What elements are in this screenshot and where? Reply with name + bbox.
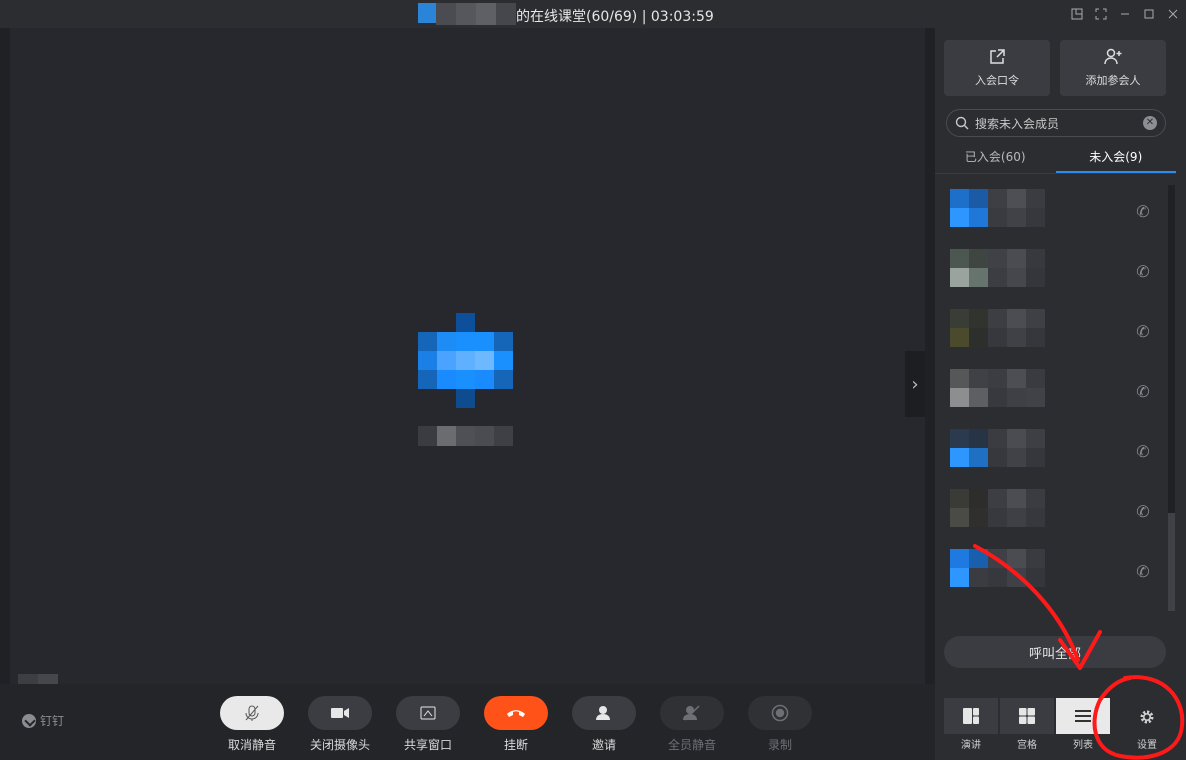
member-name-blurred (988, 189, 1045, 227)
view-mode-switcher (944, 698, 1110, 734)
speaker-name-blurred (418, 426, 514, 446)
list-item[interactable]: ✆ (935, 363, 1176, 423)
mute-all-icon (683, 705, 700, 721)
join-code-label: 入会口令 (975, 74, 1019, 87)
bottom-toolbar: 钉钉 取消静音 关闭摄像头 共享窗口 挂断 邀请 全员静音 录制 (0, 684, 935, 760)
add-participant-label: 添加参会人 (1085, 74, 1141, 87)
phone-icon[interactable]: ✆ (1133, 381, 1153, 401)
phone-icon[interactable]: ✆ (1133, 441, 1153, 461)
list-item[interactable]: ✆ (935, 423, 1176, 483)
window-controls (1066, 0, 1186, 28)
phone-icon[interactable]: ✆ (1133, 561, 1153, 581)
dingtalk-icon (22, 713, 36, 728)
share-screen-icon (420, 706, 436, 720)
unmute-label: 取消静音 (227, 738, 276, 752)
view-grid-button[interactable] (1000, 698, 1054, 734)
search-icon (955, 116, 969, 130)
chevron-right-icon: › (911, 373, 919, 395)
share-window-button[interactable]: 共享窗口 (396, 696, 460, 753)
view-speaker-label: 演讲 (961, 740, 981, 751)
close-icon[interactable] (1162, 0, 1184, 28)
phone-icon[interactable]: ✆ (1133, 501, 1153, 521)
view-grid-label: 宫格 (1017, 740, 1037, 751)
minimize-icon[interactable] (1114, 0, 1136, 28)
external-link-icon (990, 49, 1005, 64)
add-user-icon (1104, 48, 1122, 65)
member-name-blurred (988, 249, 1045, 287)
member-name-blurred (988, 429, 1045, 467)
member-list: ✆ ✆ ✆ ✆ ✆ ✆ ✆ (935, 183, 1176, 615)
list-item[interactable]: ✆ (935, 183, 1176, 243)
popout-icon[interactable] (1066, 0, 1088, 28)
share-window-label: 共享窗口 (403, 738, 452, 752)
add-participant-button[interactable]: 添加参会人 (1060, 40, 1166, 96)
add-person-icon (596, 706, 612, 720)
member-name-blurred (988, 489, 1045, 527)
video-stage: › (0, 28, 935, 710)
join-code-button[interactable]: 入会口令 (944, 40, 1050, 96)
tab-not-joined[interactable]: 未入会(9) (1055, 142, 1176, 173)
hangup-icon (507, 710, 525, 717)
list-layout-icon (1075, 710, 1091, 722)
hangup-button[interactable]: 挂断 (484, 696, 548, 753)
member-name-blurred (988, 549, 1045, 587)
dingtalk-logo: 钉钉 (22, 712, 64, 729)
record-icon (771, 704, 789, 722)
member-search[interactable]: 搜索未入会成员 ✕ (946, 109, 1166, 137)
meeting-title: 的在线课堂(60/69) | 03:03:59 (516, 9, 714, 25)
gear-icon (1140, 710, 1154, 724)
avatar (950, 429, 988, 467)
avatar (950, 549, 988, 587)
unmute-button[interactable]: 取消静音 (220, 696, 284, 753)
avatar (950, 369, 988, 407)
view-list-label: 列表 (1073, 740, 1093, 751)
title-bar: 的在线课堂(60/69) | 03:03:59 (0, 0, 1186, 28)
tab-joined[interactable]: 已入会(60) (935, 142, 1056, 173)
camera-off-button[interactable]: 关闭摄像头 (308, 696, 372, 753)
list-item[interactable]: ✆ (935, 543, 1176, 603)
phone-icon[interactable]: ✆ (1133, 261, 1153, 281)
speaker-layout-icon (963, 708, 979, 724)
list-item[interactable]: ✆ (935, 243, 1176, 303)
mute-all-button[interactable]: 全员静音 (660, 696, 724, 753)
camera-off-label: 关闭摄像头 (309, 738, 370, 752)
invite-button[interactable]: 邀请 (572, 696, 636, 753)
grid-layout-icon (1019, 708, 1035, 724)
avatar (950, 309, 988, 347)
call-all-button[interactable]: 呼叫全部 (944, 636, 1166, 668)
phone-icon[interactable]: ✆ (1133, 321, 1153, 341)
collapse-panel-button[interactable]: › (905, 351, 925, 417)
scrollbar-thumb[interactable] (1168, 513, 1175, 611)
view-speaker-button[interactable] (944, 698, 998, 734)
hangup-label: 挂断 (503, 738, 528, 752)
record-button[interactable]: 录制 (748, 696, 812, 753)
panel-top-actions: 入会口令 添加参会人 (944, 40, 1166, 96)
logo-label: 钉钉 (40, 714, 65, 728)
settings-button[interactable] (1133, 703, 1161, 731)
panel-tabs: 已入会(60) 未入会(9) (935, 142, 1176, 174)
speaker-avatar (418, 313, 514, 409)
participants-panel: 入会口令 添加参会人 搜索未入会成员 ✕ 已入会(60) 未入会(9) ✆ ✆ … (935, 28, 1186, 760)
view-list-button[interactable] (1056, 698, 1110, 734)
invite-label: 邀请 (591, 738, 616, 752)
clear-search-icon[interactable]: ✕ (1143, 116, 1157, 130)
camera-icon (331, 708, 349, 718)
maximize-icon[interactable] (1138, 0, 1160, 28)
member-name-blurred (988, 369, 1045, 407)
fullscreen-icon[interactable] (1090, 0, 1112, 28)
list-item[interactable]: ✆ (935, 303, 1176, 363)
avatar (950, 489, 988, 527)
avatar (950, 189, 988, 227)
avatar (950, 249, 988, 287)
mute-all-label: 全员静音 (667, 738, 716, 752)
record-label: 录制 (767, 738, 792, 752)
mic-muted-icon (245, 705, 259, 721)
search-input[interactable]: 搜索未入会成员 (975, 115, 1143, 132)
member-name-blurred (988, 309, 1045, 347)
list-item[interactable]: ✆ (935, 483, 1176, 543)
member-list-scrollbar[interactable] (1168, 185, 1175, 611)
settings-label: 设置 (1137, 740, 1157, 751)
phone-icon[interactable]: ✆ (1133, 201, 1153, 221)
